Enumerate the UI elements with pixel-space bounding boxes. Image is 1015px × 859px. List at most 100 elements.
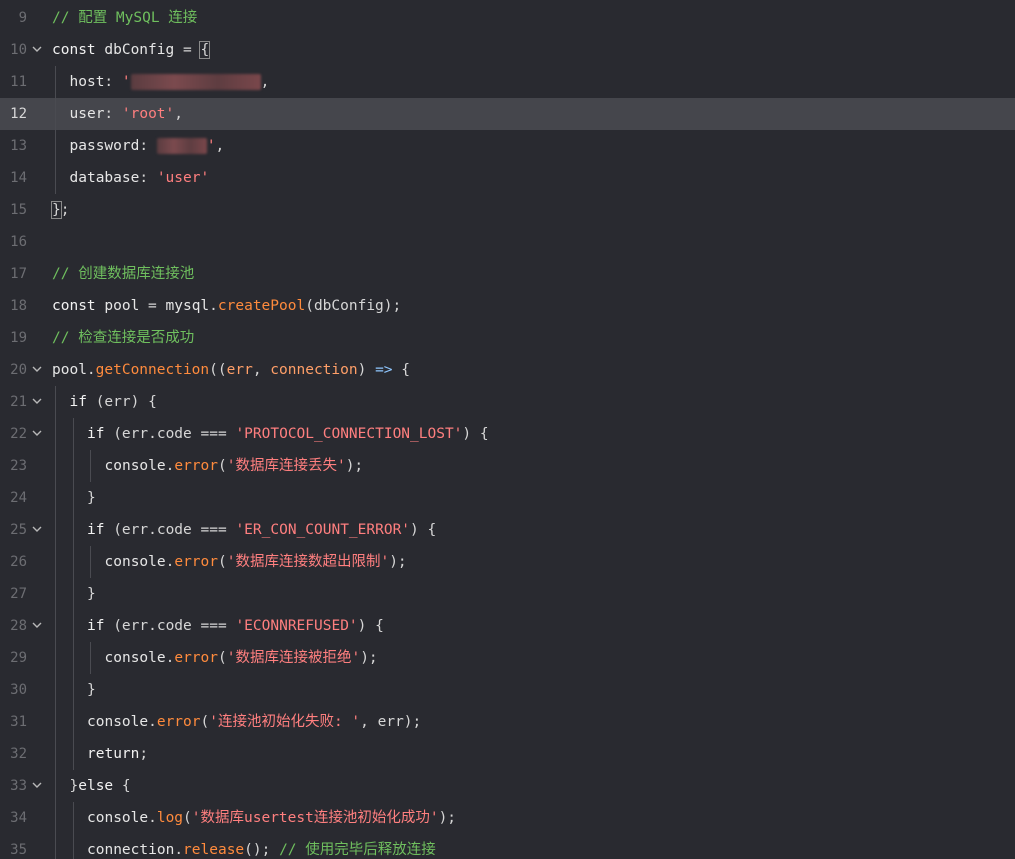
code-token: pool [52, 362, 87, 378]
code-text[interactable]: if (err.code === 'PROTOCOL_CONNECTION_LO… [87, 418, 489, 450]
code-text[interactable]: console.error('数据库连接数超出限制'); [105, 546, 407, 578]
line-number: 23 [10, 458, 27, 474]
code-token: error [174, 650, 218, 666]
code-text[interactable]: } [87, 578, 96, 610]
code-token: '数据库连接丢失' [226, 458, 346, 474]
code-token: } [87, 490, 96, 506]
code-text[interactable]: password: ', [70, 130, 225, 162]
code-text[interactable]: database: 'user' [70, 162, 210, 194]
code-line[interactable]: 24} [0, 482, 1015, 514]
code-text[interactable]: // 检查连接是否成功 [52, 322, 194, 354]
code-line[interactable]: 28 if (err.code === 'ECONNREFUSED') { [0, 610, 1015, 642]
code-text[interactable]: pool.getConnection((err, connection) => … [52, 354, 410, 386]
code-token: , [215, 138, 225, 154]
code-line[interactable]: 20 pool.getConnection((err, connection) =… [0, 354, 1015, 386]
code-line[interactable]: 12 user: 'root', [0, 98, 1015, 130]
code-text[interactable]: if (err.code === 'ECONNREFUSED') { [87, 610, 384, 642]
code-line[interactable]: 34 console.log('数据库usertest连接池初始化成功'); [0, 802, 1015, 834]
code-token: dbConfig [95, 42, 183, 58]
code-text[interactable]: if (err) { [70, 386, 157, 418]
code-line[interactable]: 35 connection.release(); // 使用完毕后释放连接 [0, 834, 1015, 859]
code-text[interactable]: if (err.code === 'ER_CON_COUNT_ERROR') { [87, 514, 436, 546]
code-token: . [209, 298, 218, 314]
code-text[interactable]: return; [87, 738, 148, 770]
code-line[interactable]: 15}; [0, 194, 1015, 226]
code-text[interactable]: }else { [70, 770, 131, 802]
code-line[interactable]: 21 if (err) { [0, 386, 1015, 418]
code-text[interactable]: const dbConfig = { [52, 34, 211, 66]
indent-guide [72, 738, 74, 770]
code-line[interactable]: 10 const dbConfig = { [0, 34, 1015, 66]
code-text[interactable]: user: 'root', [70, 98, 184, 130]
code-token: . [86, 362, 96, 378]
indent-guide [55, 130, 56, 162]
code-token: , [252, 362, 271, 378]
fold-chevron-down-icon[interactable] [31, 619, 43, 631]
code-line[interactable]: 30} [0, 674, 1015, 706]
code-text[interactable]: console.error('数据库连接被拒绝'); [105, 642, 378, 674]
indent-guide [55, 834, 56, 859]
code-token: , [260, 74, 270, 90]
code-token: // 检查连接是否成功 [52, 330, 195, 346]
code-text[interactable]: } [87, 482, 96, 514]
fold-chevron-down-icon[interactable] [31, 427, 43, 439]
code-line[interactable]: 17 // 创建数据库连接池 [0, 258, 1015, 290]
line-number: 15 [10, 202, 27, 218]
code-token: { [199, 41, 211, 59]
code-token: error [174, 458, 218, 474]
code-line[interactable]: 18 const pool = mysql.createPool(dbConfig… [0, 290, 1015, 322]
code-text[interactable]: const pool = mysql.createPool(dbConfig); [52, 290, 401, 322]
code-text[interactable]: console.error('连接池初始化失败: ', err); [87, 706, 421, 738]
code-text[interactable]: } [87, 674, 96, 706]
line-number: 26 [10, 554, 27, 570]
fold-chevron-down-icon[interactable] [31, 395, 43, 407]
code-line[interactable]: 23 console.error('数据库连接丢失'); [0, 450, 1015, 482]
indent-guide [72, 706, 74, 738]
indent-guide [55, 386, 56, 418]
code-token: === [200, 618, 227, 634]
code-token: 'PROTOCOL_CONNECTION_LOST' [235, 426, 463, 442]
code-text[interactable]: console.error('数据库连接丢失'); [105, 450, 364, 482]
code-text[interactable]: }; [51, 194, 69, 226]
code-token: ) { [462, 426, 489, 442]
code-line[interactable]: 32 return; [0, 738, 1015, 770]
code-line[interactable]: 11 host: ', [0, 66, 1015, 98]
code-line[interactable]: 14 database: 'user' [0, 162, 1015, 194]
line-number: 21 [10, 394, 27, 410]
code-line[interactable]: 27} [0, 578, 1015, 610]
code-token: connection [270, 362, 358, 378]
fold-chevron-down-icon[interactable] [31, 523, 43, 535]
indent-guide [55, 802, 56, 834]
code-line[interactable]: 13 password: ', [0, 130, 1015, 162]
code-token: 'ECONNREFUSED' [235, 618, 358, 634]
code-line[interactable]: 26 console.error('数据库连接数超出限制'); [0, 546, 1015, 578]
code-text[interactable]: host: ', [70, 66, 270, 98]
fold-chevron-down-icon[interactable] [31, 363, 43, 375]
code-line[interactable]: 16 [0, 226, 1015, 258]
code-line[interactable]: 22 if (err.code === 'PROTOCOL_CONNECTION_… [0, 418, 1015, 450]
code-text[interactable]: console.log('数据库usertest连接池初始化成功'); [87, 802, 456, 834]
code-token: (err) { [86, 394, 157, 410]
code-editor[interactable]: 9// 配置 MySQL 连接 10 const dbConfig = {11 hos… [0, 0, 1015, 859]
code-token: if [87, 426, 105, 442]
code-line[interactable]: 19 // 检查连接是否成功 [0, 322, 1015, 354]
code-line[interactable]: 25 if (err.code === 'ER_CON_COUNT_ERROR')… [0, 514, 1015, 546]
code-text[interactable]: // 配置 MySQL 连接 [52, 2, 197, 34]
code-line[interactable]: 33}else { [0, 770, 1015, 802]
code-line[interactable]: 29 console.error('数据库连接被拒绝'); [0, 642, 1015, 674]
code-text[interactable]: connection.release(); // 使用完毕后释放连接 [87, 834, 436, 859]
code-token: } [87, 682, 96, 698]
code-line[interactable]: 31 console.error('连接池初始化失败: ', err); [0, 706, 1015, 738]
code-token: . [148, 714, 157, 730]
code-token: : [139, 138, 157, 154]
code-token: ( [183, 810, 192, 826]
code-token: connection [87, 842, 175, 858]
code-token: const [52, 298, 96, 314]
code-text[interactable]: // 创建数据库连接池 [52, 258, 194, 290]
fold-chevron-down-icon[interactable] [31, 43, 43, 55]
code-line[interactable]: 9 // 配置 MySQL 连接 [0, 2, 1015, 34]
line-number: 28 [10, 618, 27, 634]
fold-chevron-down-icon[interactable] [31, 779, 43, 791]
code-token: ( [218, 650, 227, 666]
code-token: '连接池初始化失败: ' [209, 714, 361, 730]
